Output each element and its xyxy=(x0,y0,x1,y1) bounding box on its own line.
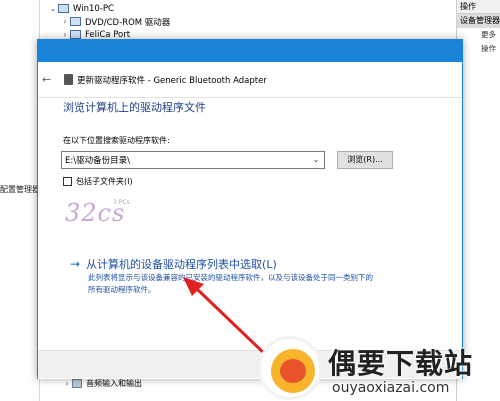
logo-emblem-icon xyxy=(271,349,315,393)
audio-device-icon xyxy=(72,378,82,388)
tree-root-label: Win10-PC xyxy=(73,3,114,14)
left-console-pane: 配置管理器 xyxy=(0,0,40,401)
logo-name: 偶要下载站 xyxy=(328,347,474,380)
pick-from-list-label[interactable]: 从计算机的设备驱动程序列表中选取(L) xyxy=(86,256,277,272)
tree-item-label: 音频输入和输出 xyxy=(86,378,142,388)
bluetooth-device-icon xyxy=(64,74,73,85)
pick-from-list-link[interactable]: → 从计算机的设备驱动程序列表中选取(L) xyxy=(70,256,277,272)
dialog-titlebar[interactable] xyxy=(38,40,462,62)
pick-description-line1: 此列表将显示与该设备兼容的已安装的驱动程序软件，以及与该设备处于同一类别下的 xyxy=(88,273,373,282)
expand-arrow-icon[interactable]: › xyxy=(60,30,70,39)
expand-arrow-icon[interactable]: › xyxy=(62,379,72,388)
browse-button[interactable]: 浏览(R)... xyxy=(337,151,393,169)
logo-url: ouyaoxiazai.com xyxy=(332,380,450,396)
path-input[interactable] xyxy=(62,152,308,168)
page-heading: 浏览计算机上的驱动程序文件 xyxy=(63,101,206,114)
more-actions-link[interactable]: 更多操作 xyxy=(457,28,500,53)
search-location-label: 在以下位置搜索驱动程序软件: xyxy=(63,136,170,145)
computer-icon xyxy=(58,4,69,13)
dialog-title: 更新驱动程序软件 - Generic Bluetooth Adapter xyxy=(77,75,267,86)
back-arrow-icon[interactable]: ← xyxy=(42,73,60,86)
collapse-arrow-icon[interactable]: ⌄ xyxy=(48,4,58,13)
dvd-drive-icon xyxy=(70,17,81,26)
tree-row-root[interactable]: ⌄ Win10-PC xyxy=(48,2,114,15)
site-logo: 偶要下载站 ouyaoxiazai.com xyxy=(258,336,500,401)
checkbox-box[interactable] xyxy=(63,177,72,186)
dialog-header: ← 更新驱动程序软件 - Generic Bluetooth Adapter xyxy=(38,62,462,98)
device-icon xyxy=(70,30,81,39)
watermark-small-text: 3 PCs xyxy=(113,199,130,206)
actions-selected-item[interactable]: 设备管理器 xyxy=(457,14,500,28)
chevron-down-icon[interactable]: ⌄ xyxy=(308,152,324,168)
tree-item-label: FeliCa Port xyxy=(85,29,131,40)
actions-title: 操作 xyxy=(457,0,500,14)
right-arrow-icon: → xyxy=(70,257,81,271)
checkbox-label: 包括子文件夹(I) xyxy=(76,177,133,186)
update-driver-dialog: ← 更新驱动程序软件 - Generic Bluetooth Adapter 浏… xyxy=(37,39,463,379)
path-combobox[interactable]: ⌄ xyxy=(61,151,325,169)
include-subfolders-checkbox[interactable]: 包括子文件夹(I) xyxy=(63,176,133,187)
watermark-logo: 32cs 3 PCs xyxy=(65,199,175,237)
expand-arrow-icon[interactable]: › xyxy=(60,17,70,26)
logo-emblem xyxy=(258,336,322,400)
pick-description-line2: 所有驱动程序软件。 xyxy=(88,285,156,294)
left-pane-label[interactable]: 配置管理器 xyxy=(0,184,40,195)
tree-item-label: DVD/CD-ROM 驱动器 xyxy=(85,17,171,28)
tree-row-dvd[interactable]: › DVD/CD-ROM 驱动器 xyxy=(60,15,170,28)
